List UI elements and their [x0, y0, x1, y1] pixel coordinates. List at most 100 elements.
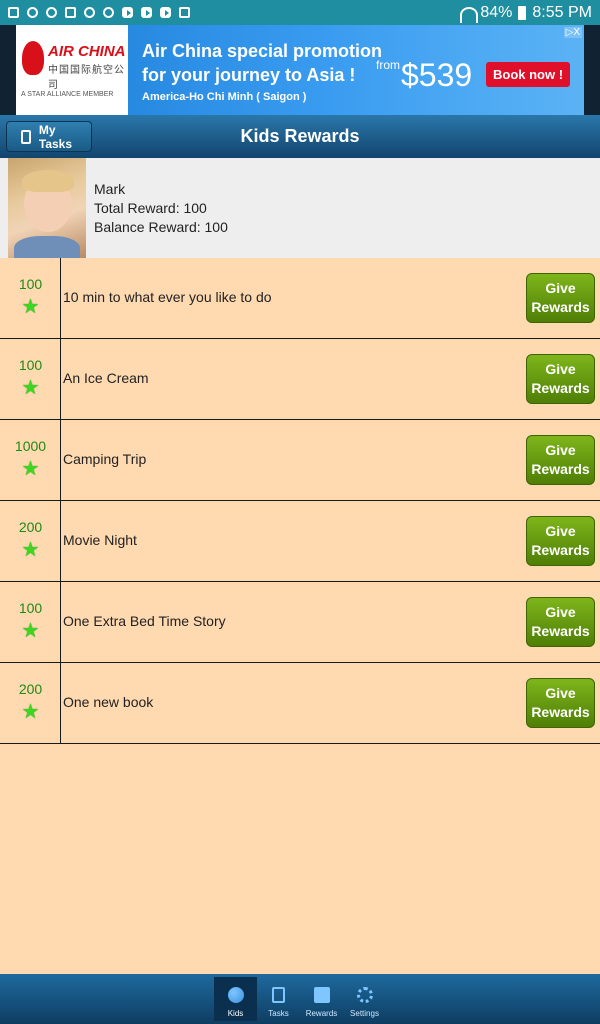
nav-settings-label: Settings [350, 1009, 379, 1018]
give-rewards-button[interactable]: Give Rewards [526, 597, 595, 647]
book-now-button[interactable]: Book now ! [486, 62, 571, 87]
reward-row[interactable]: 200 ★ One new book Give Rewards [0, 663, 600, 744]
rewards-list: 100 ★ 10 min to what ever you like to do… [0, 258, 600, 744]
ad-brand-chinese: 中国国际航空公司 [48, 65, 125, 91]
give-rewards-button-text: Rewards [531, 704, 590, 720]
youtube-icon [141, 7, 152, 18]
nav-tasks-label: Tasks [268, 1009, 289, 1018]
give-rewards-button-text: Give [545, 361, 576, 377]
reward-title: An Ice Cream [63, 370, 149, 386]
reward-title: One new book [63, 694, 154, 710]
ad-container: AIR CHINA 中国国际航空公司 A STAR ALLIANCE MEMBE… [0, 25, 600, 115]
give-rewards-button[interactable]: Give Rewards [526, 516, 595, 566]
points-column: 100 ★ [0, 258, 61, 338]
give-rewards-button[interactable]: Give Rewards [526, 354, 595, 404]
kid-name: Mark [94, 181, 126, 197]
ad-price: $539 [401, 57, 473, 93]
give-rewards-button-text: Rewards [531, 461, 590, 477]
reward-row[interactable]: 100 ★ 10 min to what ever you like to do… [0, 258, 600, 339]
youtube-icon [160, 7, 171, 18]
give-rewards-button-text: Give [545, 442, 576, 458]
settings-icon [356, 987, 373, 1003]
give-rewards-button-text: Rewards [531, 380, 590, 396]
nav-tasks[interactable]: Tasks [257, 977, 300, 1021]
kids-icon [227, 987, 244, 1003]
give-rewards-button-text: Rewards [531, 299, 590, 315]
ad-title-line1: Air China special promotion [142, 41, 383, 61]
chrome-icon [46, 7, 57, 18]
reward-row[interactable]: 100 ★ One Extra Bed Time Story Give Rewar… [0, 582, 600, 663]
ad-title: Air China special promotion for your jou… [142, 39, 382, 87]
youtube-icon [122, 7, 133, 18]
notification-icons [8, 7, 190, 18]
give-rewards-button-text: Give [545, 523, 576, 539]
total-reward: Total Reward: 100 [94, 200, 207, 216]
ad-close-icon[interactable]: ▷X [563, 27, 582, 38]
notification-icon [84, 7, 95, 18]
reward-points: 1000 [14, 438, 47, 454]
chrome-icon [103, 7, 114, 18]
bottom-nav: Kids Tasks Rewards Settings [0, 974, 600, 1024]
battery-percent: 84% [480, 3, 513, 21]
reward-title: Camping Trip [63, 451, 147, 467]
rewards-icon [313, 987, 330, 1003]
points-column: 1000 ★ [0, 420, 61, 500]
battery-icon [518, 5, 527, 20]
ad-brand: AIR CHINA [48, 43, 126, 60]
page-title: Kids Rewards [240, 126, 360, 146]
chrome-icon [27, 7, 38, 18]
points-column: 100 ★ [0, 339, 61, 419]
ad-banner[interactable]: AIR CHINA 中国国际航空公司 A STAR ALLIANCE MEMBE… [16, 25, 584, 115]
points-column: 200 ★ [0, 501, 61, 581]
ad-title-line2: for your journey to Asia ! [142, 65, 356, 85]
nav-settings[interactable]: Settings [343, 977, 386, 1021]
star-icon: ★ [21, 701, 40, 723]
reward-row[interactable]: 200 ★ Movie Night Give Rewards [0, 501, 600, 582]
tasks-icon [272, 987, 285, 1003]
star-icon: ★ [21, 620, 40, 642]
profile-info: Mark Total Reward: 100 Balance Reward: 1… [94, 180, 228, 237]
phoenix-logo-icon [22, 41, 44, 75]
avatar-shirt [14, 236, 80, 258]
points-column: 100 ★ [0, 582, 61, 662]
give-rewards-button[interactable]: Give Rewards [526, 678, 595, 728]
nav-kids[interactable]: Kids [214, 977, 257, 1021]
reward-title: One Extra Bed Time Story [63, 613, 226, 629]
balance-reward: Balance Reward: 100 [94, 219, 228, 235]
give-rewards-button-text: Give [545, 280, 576, 296]
reward-title: 10 min to what ever you like to do [63, 289, 272, 305]
ad-from-label: from [376, 58, 400, 72]
points-column: 200 ★ [0, 663, 61, 743]
reward-points: 100 [18, 276, 43, 292]
give-rewards-button[interactable]: Give Rewards [526, 435, 595, 485]
ad-route: America-Ho Chi Minh ( Saigon ) [142, 91, 307, 103]
back-button-label: My Tasks [38, 122, 73, 151]
give-rewards-button-text: Give [545, 685, 576, 701]
reward-points: 100 [18, 600, 43, 616]
air-china-logo: AIR CHINA 中国国际航空公司 A STAR ALLIANCE MEMBE… [16, 25, 128, 115]
nav-rewards-label: Rewards [305, 1009, 338, 1018]
nav-rewards[interactable]: Rewards [300, 977, 343, 1021]
avatar-hair [22, 170, 74, 192]
my-tasks-back-button[interactable]: My Tasks [6, 121, 92, 152]
reward-points: 100 [18, 357, 43, 373]
give-rewards-button[interactable]: Give Rewards [526, 273, 595, 323]
clock: 8:55 PM [532, 3, 592, 21]
ad-alliance: A STAR ALLIANCE MEMBER [21, 91, 114, 98]
reward-title: Movie Night [63, 532, 137, 548]
kid-profile: Mark Total Reward: 100 Balance Reward: 1… [0, 158, 600, 258]
star-icon: ★ [21, 458, 40, 480]
reward-row[interactable]: 100 ★ An Ice Cream Give Rewards [0, 339, 600, 420]
avatar[interactable] [8, 158, 86, 258]
app-header: My Tasks Kids Rewards [0, 115, 600, 158]
nav-kids-label: Kids [227, 1009, 244, 1018]
notification-icon [65, 7, 76, 18]
notification-icon [8, 7, 19, 18]
reward-row[interactable]: 1000 ★ Camping Trip Give Rewards [0, 420, 600, 501]
reward-points: 200 [18, 681, 43, 697]
star-icon: ★ [21, 377, 40, 399]
clipboard-icon [21, 129, 31, 144]
give-rewards-button-text: Rewards [531, 623, 590, 639]
status-bar: 84% 8:55 PM [0, 0, 600, 25]
status-right: 84% 8:55 PM [460, 3, 592, 23]
